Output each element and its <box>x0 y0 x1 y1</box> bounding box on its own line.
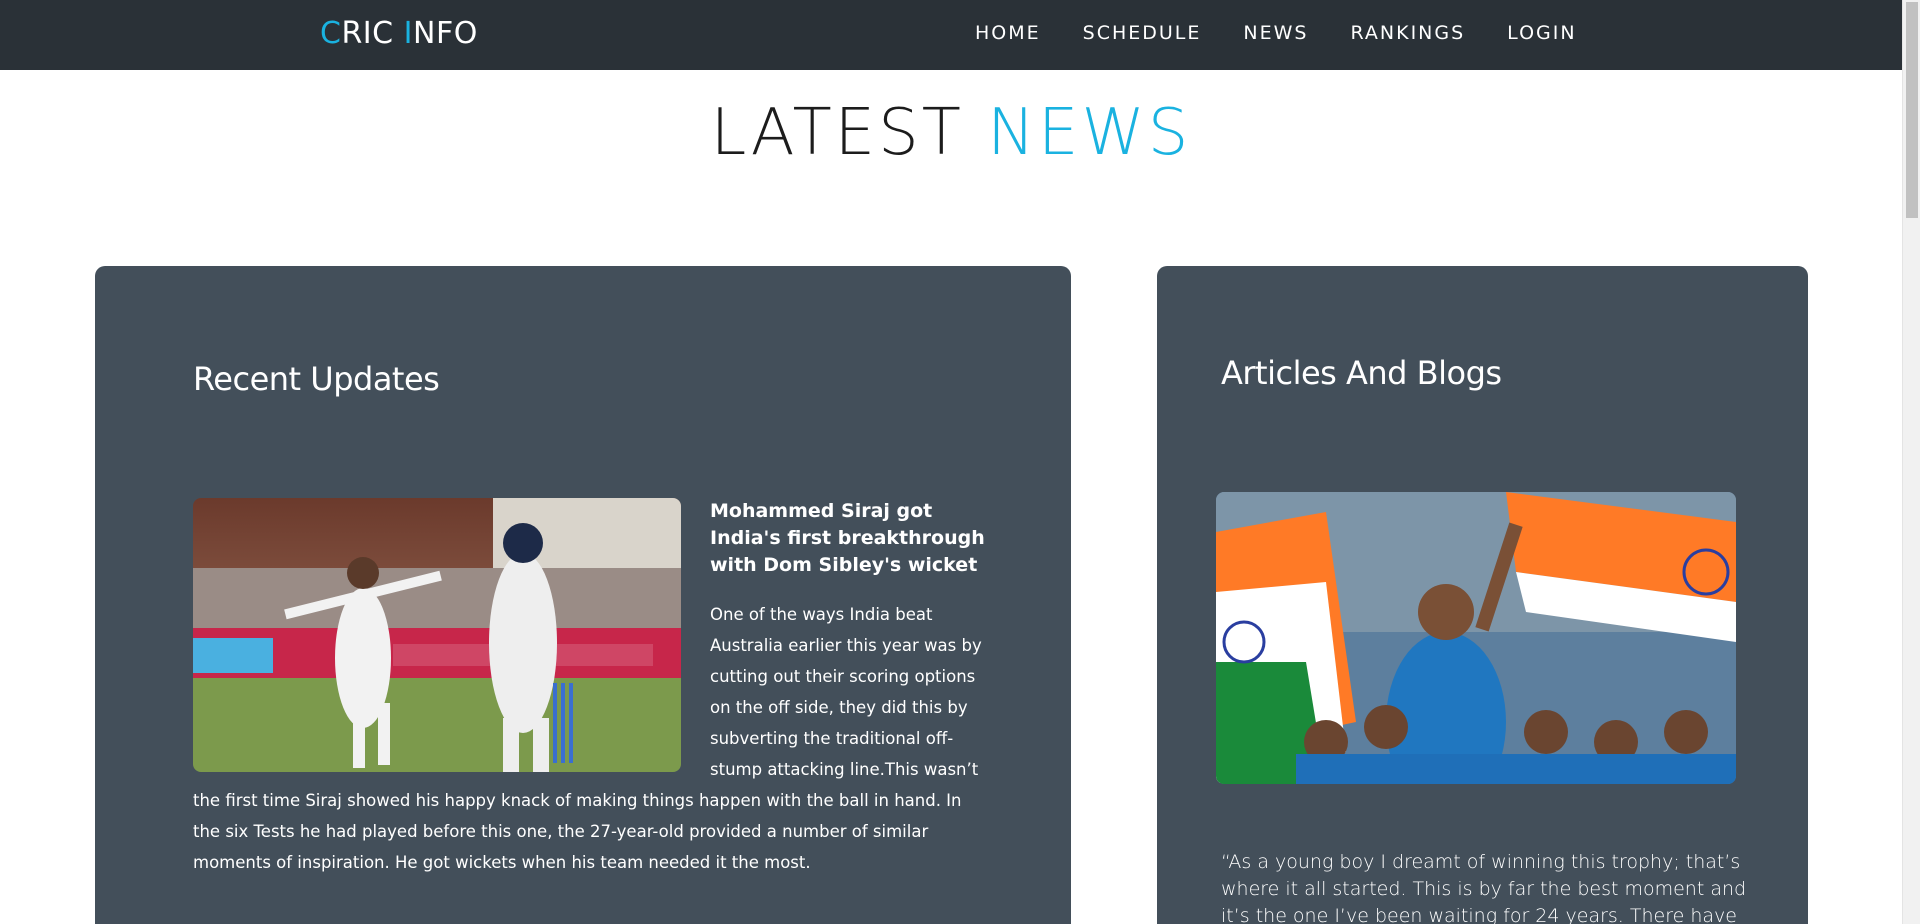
nav-links: HOME SCHEDULE NEWS RANKINGS LOGIN <box>975 22 1619 44</box>
news-headline[interactable]: Mohammed Siraj got India's first breakth… <box>710 498 1000 579</box>
page-title-main: LATEST <box>710 96 988 170</box>
page-scrollbar[interactable] <box>1902 0 1920 924</box>
float-spacer <box>193 599 710 785</box>
articles-blogs-card: Articles And Blogs “As a young boy I dre… <box>1157 266 1808 924</box>
brand-logo[interactable]: CRIC INFO <box>320 16 478 51</box>
articles-blogs-heading: Articles And Blogs <box>1221 354 1502 392</box>
world-cup-celebration-image <box>1216 492 1736 784</box>
brand-letter-c: C <box>320 16 342 51</box>
page-title: LATEST NEWS <box>0 96 1902 170</box>
top-navbar: CRIC INFO HOME SCHEDULE NEWS RANKINGS LO… <box>0 0 1902 70</box>
page-title-accent: NEWS <box>987 96 1192 170</box>
nav-login-link[interactable]: LOGIN <box>1507 22 1576 44</box>
nav-home-link[interactable]: HOME <box>975 22 1041 44</box>
news-body-text: One of the ways India beat Australia ear… <box>193 599 993 878</box>
nav-news-link[interactable]: NEWS <box>1243 22 1308 44</box>
article-quote-text: “As a young boy I dreamt of winning this… <box>1221 851 1747 924</box>
recent-updates-heading: Recent Updates <box>193 360 440 398</box>
brand-text-nfo: NFO <box>413 16 478 51</box>
brand-letter-i: I <box>403 16 413 51</box>
brand-text-ric: RIC <box>341 16 404 51</box>
nav-rankings-link[interactable]: RANKINGS <box>1350 22 1465 44</box>
nav-schedule-link[interactable]: SCHEDULE <box>1083 22 1202 44</box>
scrollbar-thumb[interactable] <box>1906 2 1918 218</box>
recent-updates-card: Recent Updates Mohammed Siraj got India'… <box>95 266 1071 924</box>
